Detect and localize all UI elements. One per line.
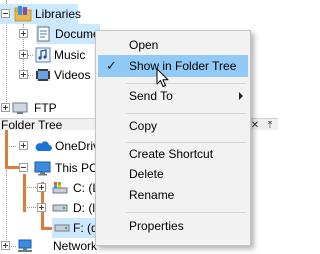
menu-item-copy[interactable]: Copy [98,115,248,137]
drive-icon [52,204,68,212]
tree-item-documents[interactable]: Documents [36,24,116,44]
menu-item-label: Properties [129,219,184,233]
expand-toggle[interactable] [19,141,28,150]
tree-item-label: Libraries [35,7,82,21]
tree-connector [6,170,7,248]
expand-toggle[interactable] [1,103,10,112]
tree-connector [6,22,7,102]
tree-item-label: Videos [54,68,91,82]
expand-toggle[interactable] [19,29,28,38]
context-menu: Open ✓ Show in Folder Tree Send To Copy … [95,30,251,246]
system-drive-icon [52,182,68,194]
submenu-arrow-icon [239,92,243,100]
menu-item-label: Show in Folder Tree [129,59,237,73]
check-icon: ✓ [106,58,117,73]
menu-item-properties[interactable]: Properties [98,215,248,237]
tree-path-connector [5,130,8,168]
menu-item-label: Delete [129,167,164,181]
menu-item-label: Create Shortcut [129,147,214,161]
expand-toggle[interactable] [1,241,10,250]
tree-connector [24,207,38,208]
tree-item-network[interactable]: Network [18,236,103,254]
network-icon [18,239,32,252]
menu-item-delete[interactable]: Delete [98,163,248,185]
tree-item-label: This PC [55,161,98,175]
mouse-cursor-icon [156,68,169,87]
menu-item-label: Rename [129,188,175,202]
tree-connector [6,146,16,147]
menu-item-label: Open [129,38,159,52]
collapse-toggle[interactable] [19,163,28,172]
tree-item-libraries[interactable]: Libraries [0,4,81,24]
expand-toggle[interactable] [19,50,28,59]
tree-item-label: FTP [34,101,57,115]
tree-item-drive-c[interactable]: C: (L [52,178,99,198]
libraries-folder-icon [14,6,32,22]
tree-item-onedrive[interactable]: OneDrive [34,136,106,156]
tree-item-drive-f[interactable]: F: (d [52,218,98,238]
ftp-icon [12,102,28,114]
tree-item-label: Music [54,48,86,62]
tree-item-label: Network [53,239,98,253]
collapse-toggle[interactable] [1,9,10,18]
menu-item-label: Send To [129,89,173,103]
menu-item-open[interactable]: Open [98,34,248,56]
expand-toggle[interactable] [37,183,46,192]
tree-connector [24,187,38,188]
tree-item-videos[interactable]: Videos [35,65,95,85]
tree-item-this-pc[interactable]: This PC [34,158,98,178]
menu-separator [126,83,246,84]
menu-item-label: Copy [129,119,158,133]
tree-item-drive-d[interactable]: D: (li [52,198,98,218]
menu-separator [126,212,246,213]
menu-item-rename[interactable]: Rename [98,184,248,206]
music-icon [35,47,51,63]
tree-path-connector [5,166,19,169]
videos-icon [36,69,50,81]
onedrive-cloud-icon [35,141,52,151]
documents-icon [37,26,50,42]
menu-item-create-shortcut[interactable]: Create Shortcut [98,143,248,165]
menu-separator [126,113,246,114]
expand-toggle[interactable] [37,203,46,212]
computer-icon [34,161,51,176]
tree-item-ftp[interactable]: FTP [12,98,72,118]
menu-item-send-to[interactable]: Send To [98,85,248,107]
tree-item-music[interactable]: Music [35,45,95,65]
expand-toggle[interactable] [19,70,28,79]
menu-item-show-in-folder-tree[interactable]: ✓ Show in Folder Tree [98,55,248,77]
drive-icon [54,224,70,232]
